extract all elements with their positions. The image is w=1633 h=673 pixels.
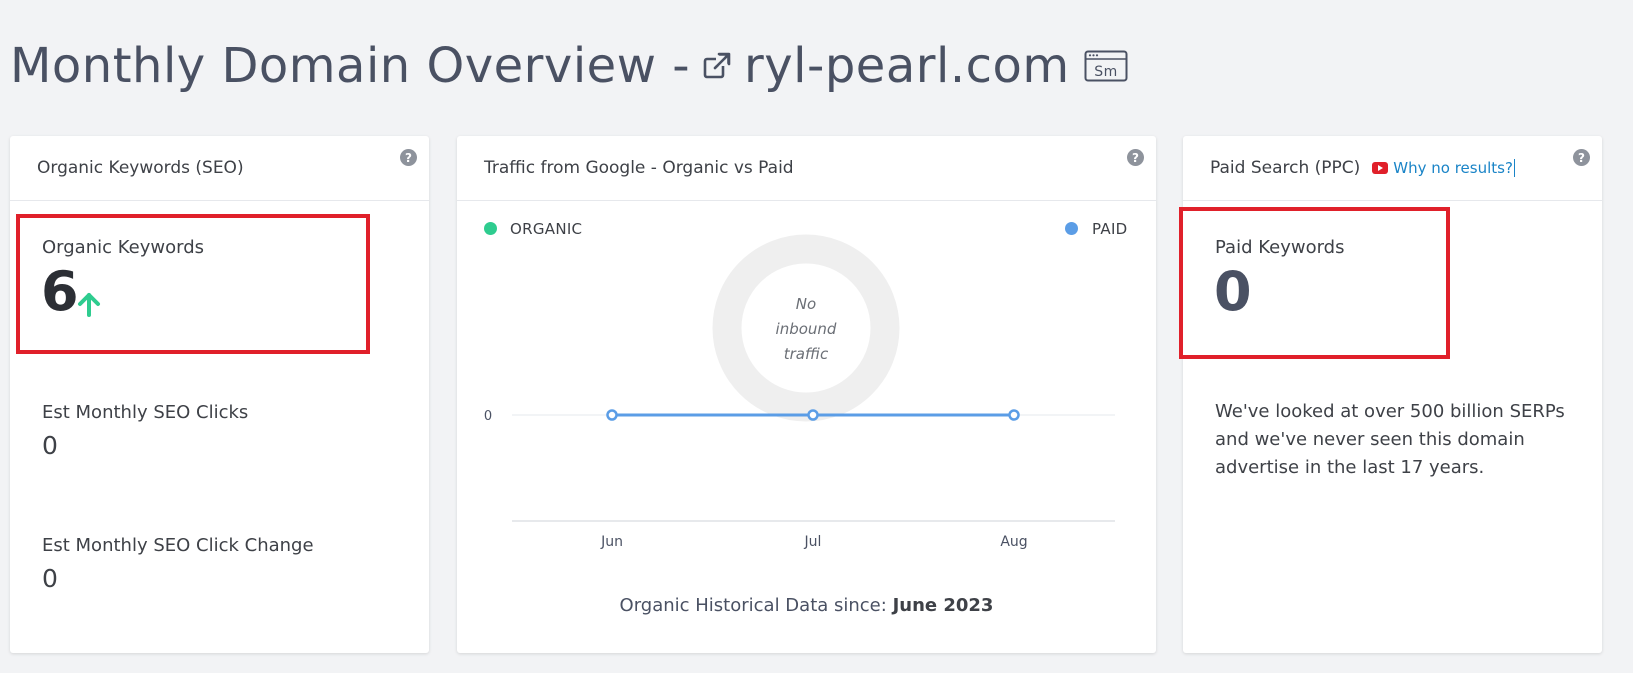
traffic-line-chart: No inbound traffic 0 Jun Jul Aug xyxy=(484,234,1115,550)
seo-clicks-label: Est Monthly SEO Clicks xyxy=(42,402,249,423)
donut-placeholder: No inbound traffic xyxy=(712,234,900,422)
paid-search-card: Paid Search (PPC) Why no results? ? Paid… xyxy=(1179,136,1602,653)
why-no-results-link[interactable]: Why no results? xyxy=(1393,159,1513,177)
paid-keywords-value: 0 xyxy=(1214,260,1252,323)
footnote-prefix: Organic Historical Data since: xyxy=(619,595,887,616)
card-header: Organic Keywords (SEO) ? xyxy=(10,136,429,201)
card-title: Organic Keywords (SEO) xyxy=(37,158,244,178)
historical-data-footnote: Organic Historical Data since: June 2023 xyxy=(457,595,1156,616)
help-icon[interactable]: ? xyxy=(400,149,417,166)
paid-keywords-label: Paid Keywords xyxy=(1215,237,1345,258)
ppc-description: We've looked at over 500 billion SERPs a… xyxy=(1215,401,1565,478)
footnote-date: June 2023 xyxy=(892,595,994,616)
page-title: Monthly Domain Overview - ryl-pearl.com … xyxy=(10,38,1128,94)
donut-text-line2: inbound xyxy=(776,320,837,338)
card-header: Paid Search (PPC) Why no results? ? xyxy=(1183,136,1602,201)
y-tick-label: 0 xyxy=(484,409,492,424)
donut-text-line3: traffic xyxy=(784,345,829,363)
text-cursor xyxy=(1513,159,1515,177)
data-point xyxy=(606,409,618,421)
data-point xyxy=(1008,409,1020,421)
x-tick-label: Jun xyxy=(600,534,623,550)
x-tick-label: Jul xyxy=(804,534,822,550)
domain-name[interactable]: ryl-pearl.com xyxy=(744,38,1070,94)
external-link-icon[interactable] xyxy=(702,51,732,81)
seo-click-change-label: Est Monthly SEO Click Change xyxy=(42,535,314,556)
trend-up-arrow-icon xyxy=(78,293,100,317)
organic-keywords-card: Organic Keywords (SEO) ? Organic Keyword… xyxy=(10,136,429,653)
page-header: Monthly Domain Overview - ryl-pearl.com … xyxy=(10,34,1128,98)
youtube-icon[interactable] xyxy=(1372,162,1389,174)
organic-keywords-value: 6 xyxy=(41,260,79,323)
seo-click-change-value: 0 xyxy=(42,564,58,593)
donut-text-line1: No xyxy=(796,295,816,313)
seo-clicks-value: 0 xyxy=(42,431,58,460)
card-title: Paid Search (PPC) xyxy=(1210,158,1361,178)
title-prefix: Monthly Domain Overview - xyxy=(10,38,691,94)
sm-badge-label: Sm xyxy=(1094,64,1118,80)
similarweb-badge-icon[interactable]: Sm xyxy=(1084,50,1128,82)
organic-keywords-label: Organic Keywords xyxy=(42,237,204,258)
help-icon[interactable]: ? xyxy=(1573,149,1590,166)
x-tick-label: Aug xyxy=(1000,534,1027,550)
data-point xyxy=(807,409,819,421)
traffic-chart-card: Traffic from Google - Organic vs Paid ? … xyxy=(457,136,1156,653)
